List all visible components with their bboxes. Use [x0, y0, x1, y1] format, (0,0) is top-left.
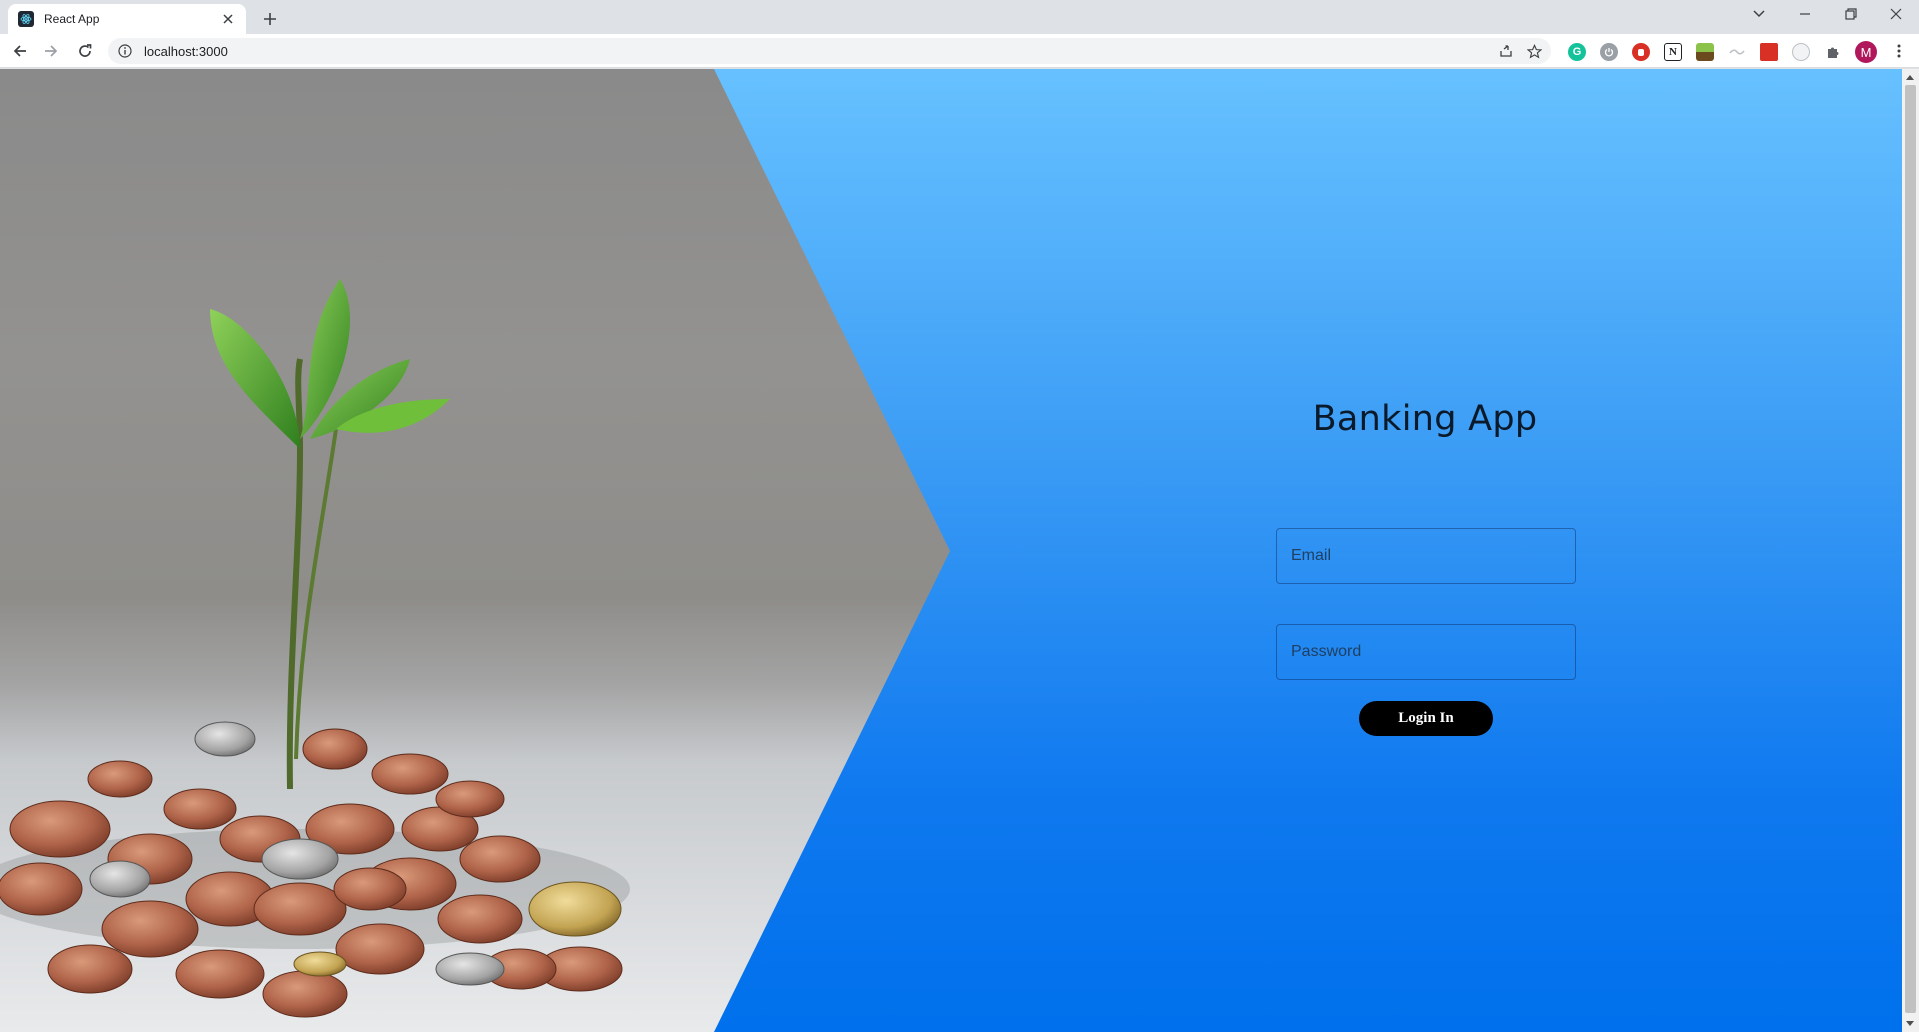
close-icon[interactable]: [220, 11, 236, 27]
scroll-up-icon[interactable]: [1906, 75, 1914, 80]
scrollbar-thumb[interactable]: [1905, 85, 1916, 1013]
landscape-icon[interactable]: [1696, 43, 1714, 61]
tab-title: React App: [44, 12, 100, 26]
adblock-icon[interactable]: [1632, 43, 1650, 61]
email-field[interactable]: [1276, 528, 1576, 584]
close-window-button[interactable]: [1873, 0, 1919, 28]
grammarly-icon[interactable]: G: [1568, 43, 1586, 61]
tab-search-button[interactable]: [1736, 0, 1782, 28]
react-icon: [18, 11, 34, 27]
share-icon[interactable]: [1495, 40, 1517, 62]
info-icon[interactable]: [118, 44, 132, 58]
power-icon[interactable]: [1600, 43, 1618, 61]
restore-button[interactable]: [1828, 0, 1874, 28]
new-tab-button[interactable]: [258, 7, 282, 31]
url-text: localhost:3000: [144, 43, 228, 59]
scroll-down-icon[interactable]: [1906, 1021, 1914, 1026]
capture-icon[interactable]: [1792, 43, 1810, 61]
book-icon[interactable]: [1760, 43, 1778, 61]
plant-coins-illustration: [0, 279, 630, 1018]
forward-button[interactable]: [38, 38, 64, 64]
browser-toolbar: localhost:3000 G N M: [0, 34, 1919, 68]
back-button[interactable]: [7, 38, 33, 64]
minimize-button[interactable]: [1782, 0, 1828, 28]
login-button[interactable]: Login In: [1359, 701, 1493, 736]
reload-button[interactable]: [72, 38, 98, 64]
page-viewport: Banking App Login In: [0, 69, 1902, 1032]
hero-image: [0, 69, 950, 1032]
star-icon[interactable]: [1523, 40, 1545, 62]
puzzle-icon[interactable]: [1824, 43, 1842, 61]
page-title: Banking App: [1312, 399, 1538, 439]
password-field[interactable]: [1276, 624, 1576, 680]
menu-icon[interactable]: [1886, 38, 1912, 64]
wave-icon[interactable]: [1728, 43, 1746, 61]
notion-icon[interactable]: N: [1664, 43, 1682, 61]
address-bar[interactable]: localhost:3000: [108, 38, 1551, 64]
browser-tab[interactable]: React App: [8, 4, 246, 34]
avatar[interactable]: M: [1855, 41, 1877, 63]
tab-strip: React App: [0, 0, 1919, 34]
scrollbar[interactable]: [1902, 69, 1919, 1032]
